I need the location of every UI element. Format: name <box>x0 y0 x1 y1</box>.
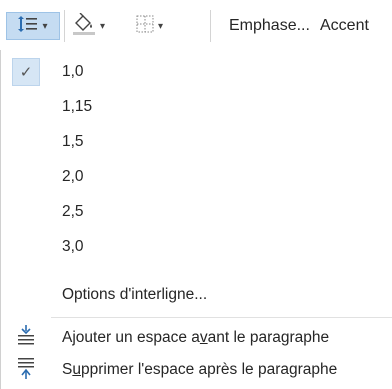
add-space-before-paragraph[interactable]: Ajouter un espace avant le paragraphe <box>1 321 392 355</box>
spacing-option-label: 1,5 <box>62 133 84 150</box>
borders-icon <box>136 15 154 38</box>
label-part: pprimer l'espace après le paragraphe <box>80 361 338 378</box>
spacing-option-2-5[interactable]: 2,5 <box>1 195 392 229</box>
label-part: Ajouter un espace a <box>62 329 200 346</box>
spacing-option-label: 2,5 <box>62 203 84 220</box>
label-part: S <box>62 361 73 378</box>
chevron-down-icon: ▾ <box>100 20 106 32</box>
label-part: ant le paragraphe <box>207 329 330 346</box>
spacing-option-1-15[interactable]: 1,15 <box>1 90 392 124</box>
remove-space-after-paragraph[interactable]: Supprimer l'espace après le paragraphe <box>1 353 392 387</box>
spacing-option-label: 1,0 <box>62 63 84 80</box>
chevron-down-icon: ▾ <box>158 20 164 32</box>
borders-button[interactable]: ▾ <box>136 12 182 40</box>
ribbon-separator <box>210 10 211 42</box>
add-space-before-icon <box>17 324 35 352</box>
spacing-option-1-0[interactable]: ✓ 1,0 <box>1 55 392 89</box>
line-spacing-button[interactable]: ▾ <box>6 12 60 40</box>
remove-space-after-icon <box>17 357 35 384</box>
chevron-down-icon: ▾ <box>42 20 48 32</box>
remove-space-after-label: Supprimer l'espace après le paragraphe <box>62 361 337 379</box>
mnemonic-key: u <box>72 361 81 378</box>
checkmark-icon: ✓ <box>12 58 40 86</box>
style-emphase[interactable]: Emphase... <box>229 14 310 38</box>
spacing-option-1-5[interactable]: 1,5 <box>1 125 392 159</box>
line-spacing-menu: ✓ 1,0 1,15 1,5 2,0 2,5 3,0 Options d'int… <box>0 50 392 389</box>
paint-bucket-icon <box>72 12 96 40</box>
spacing-option-label: 3,0 <box>62 238 84 255</box>
line-spacing-options[interactable]: Options d'interligne... <box>1 278 392 312</box>
spacing-option-3-0[interactable]: 3,0 <box>1 230 392 264</box>
spacing-option-label: 1,15 <box>62 98 93 115</box>
add-space-before-label: Ajouter un espace avant le paragraphe <box>62 329 329 347</box>
ribbon-separator <box>64 10 65 42</box>
spacing-option-2-0[interactable]: 2,0 <box>1 160 392 194</box>
line-spacing-icon <box>18 15 38 38</box>
mnemonic-key: v <box>199 329 208 346</box>
style-accent[interactable]: Accent <box>320 14 369 38</box>
line-spacing-options-label: Options d'interligne... <box>62 286 208 303</box>
shading-button[interactable]: ▾ <box>72 12 132 40</box>
menu-divider <box>51 317 392 318</box>
paragraph-ribbon: ▾ ▾ ▾ Emphase... Accent <box>0 0 392 51</box>
spacing-option-label: 2,0 <box>62 168 84 185</box>
